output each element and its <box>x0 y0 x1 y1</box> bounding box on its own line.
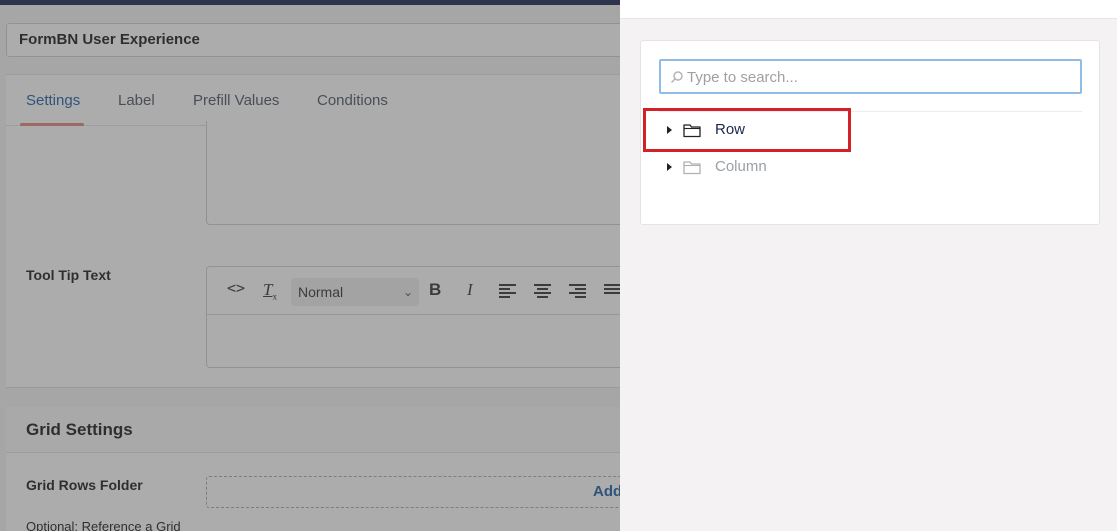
expand-caret-icon[interactable] <box>667 163 672 171</box>
drawer-header <box>620 0 1117 19</box>
search-input[interactable] <box>687 66 1067 88</box>
modal-backdrop[interactable] <box>0 0 620 531</box>
highlight-annotation <box>643 108 851 152</box>
tree-item-column: Column <box>667 156 967 180</box>
tree-item-label: Column <box>715 158 767 175</box>
folder-picker-drawer: Row Column <box>620 0 1117 531</box>
folder-tree-card: Row Column <box>640 40 1100 225</box>
search-field[interactable] <box>659 59 1082 94</box>
form-editor-panel: FormBN User Experience Settings Label Pr… <box>0 0 620 531</box>
folder-icon <box>683 161 701 175</box>
search-icon <box>670 71 683 84</box>
